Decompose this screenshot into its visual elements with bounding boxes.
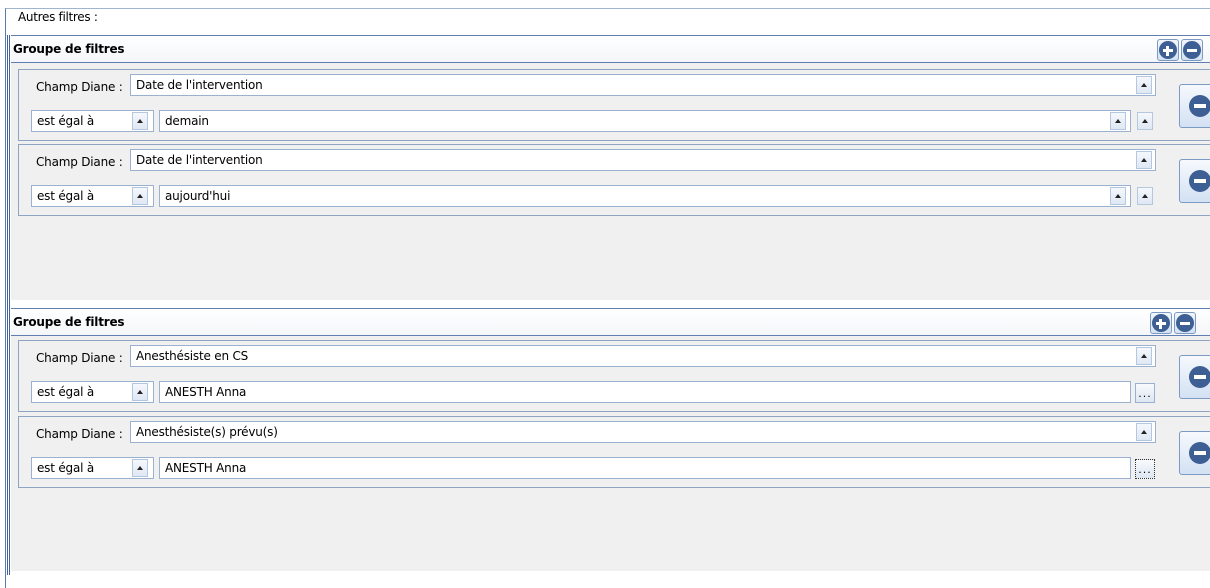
- operator-select[interactable]: est égal à: [31, 110, 154, 132]
- value-text: ANESTH Anna: [165, 461, 247, 475]
- field-select[interactable]: Anesthésiste en CS: [130, 345, 1156, 367]
- dropdown-arrow-icon[interactable]: [1110, 187, 1126, 205]
- field-select[interactable]: Anesthésiste(s) prévu(s): [130, 421, 1156, 443]
- field-select-value: Date de l'intervention: [136, 153, 263, 167]
- filter-row: Champ Diane : Anesthésiste en CS est éga…: [18, 340, 1210, 412]
- field-select[interactable]: Date de l'intervention: [130, 149, 1156, 171]
- filter-row: Champ Diane : Date de l'intervention est…: [18, 144, 1210, 216]
- plus-circle-icon: [1159, 41, 1177, 59]
- dropdown-arrow-icon[interactable]: [1136, 76, 1152, 94]
- operator-select[interactable]: est égal à: [31, 185, 154, 207]
- value-mode-dropdown[interactable]: [1137, 112, 1153, 130]
- value-select[interactable]: demain: [159, 110, 1131, 132]
- field-label: Champ Diane :: [36, 351, 123, 365]
- remove-group-button[interactable]: [1174, 312, 1196, 334]
- operator-value: est égal à: [37, 114, 95, 128]
- browse-label: ...: [1138, 387, 1152, 400]
- value-text: aujourd'hui: [165, 189, 231, 203]
- operator-select[interactable]: est égal à: [31, 381, 154, 403]
- filter-group-header: Groupe de filtres: [11, 35, 1210, 63]
- browse-label: ...: [1138, 463, 1152, 476]
- operator-value: est égal à: [37, 461, 95, 475]
- add-filter-button[interactable]: [1150, 312, 1172, 334]
- dropdown-arrow-icon[interactable]: [132, 459, 148, 477]
- remove-group-button[interactable]: [1181, 39, 1203, 61]
- minus-circle-icon: [1176, 314, 1194, 332]
- filter-group-header: Groupe de filtres: [11, 308, 1210, 336]
- field-select-value: Date de l'intervention: [136, 78, 263, 92]
- filter-row: Champ Diane : Anesthésiste(s) prévu(s) e…: [18, 416, 1210, 488]
- dropdown-arrow-icon[interactable]: [1136, 151, 1152, 169]
- operator-value: est égal à: [37, 385, 95, 399]
- field-label: Champ Diane :: [36, 427, 123, 441]
- field-label: Champ Diane :: [36, 80, 123, 94]
- value-input[interactable]: ANESTH Anna: [159, 381, 1131, 403]
- dropdown-arrow-icon[interactable]: [132, 383, 148, 401]
- browse-button[interactable]: ...: [1135, 459, 1155, 479]
- add-filter-button[interactable]: [1157, 39, 1179, 61]
- remove-filter-button[interactable]: [1179, 84, 1210, 128]
- field-label: Champ Diane :: [36, 155, 123, 169]
- filter-group-title: Groupe de filtres: [13, 315, 125, 329]
- field-select-value: Anesthésiste(s) prévu(s): [136, 425, 278, 439]
- value-input[interactable]: ANESTH Anna: [159, 457, 1131, 479]
- value-select[interactable]: aujourd'hui: [159, 185, 1131, 207]
- dropdown-arrow-icon[interactable]: [132, 112, 148, 130]
- dropdown-arrow-icon[interactable]: [1110, 112, 1126, 130]
- operator-value: est égal à: [37, 189, 95, 203]
- remove-filter-button[interactable]: [1179, 431, 1210, 475]
- minus-circle-icon: [1189, 170, 1210, 192]
- filter-group-title: Groupe de filtres: [13, 42, 125, 56]
- value-text: ANESTH Anna: [165, 385, 247, 399]
- dropdown-arrow-icon[interactable]: [1136, 347, 1152, 365]
- value-mode-dropdown[interactable]: [1137, 187, 1153, 205]
- remove-filter-button[interactable]: [1179, 159, 1210, 203]
- field-select-value: Anesthésiste en CS: [136, 349, 249, 363]
- dropdown-arrow-icon[interactable]: [1136, 423, 1152, 441]
- value-text: demain: [165, 114, 209, 128]
- filter-row: Champ Diane : Date de l'intervention est…: [18, 69, 1210, 141]
- minus-circle-icon: [1189, 95, 1210, 117]
- plus-circle-icon: [1152, 314, 1170, 332]
- minus-circle-icon: [1183, 41, 1201, 59]
- field-select[interactable]: Date de l'intervention: [130, 74, 1156, 96]
- dropdown-arrow-icon[interactable]: [132, 187, 148, 205]
- scroll-track: [7, 35, 10, 575]
- remove-filter-button[interactable]: [1179, 355, 1210, 399]
- fieldset-legend: Autres filtres :: [16, 10, 100, 24]
- browse-button[interactable]: ...: [1135, 383, 1155, 403]
- operator-select[interactable]: est égal à: [31, 457, 154, 479]
- filter-group-1: Groupe de filtres Champ Diane : Date de …: [11, 35, 1210, 300]
- minus-circle-icon: [1189, 442, 1210, 464]
- filter-group-2: Groupe de filtres Champ Diane : Anesthés…: [11, 308, 1210, 571]
- minus-circle-icon: [1189, 366, 1210, 388]
